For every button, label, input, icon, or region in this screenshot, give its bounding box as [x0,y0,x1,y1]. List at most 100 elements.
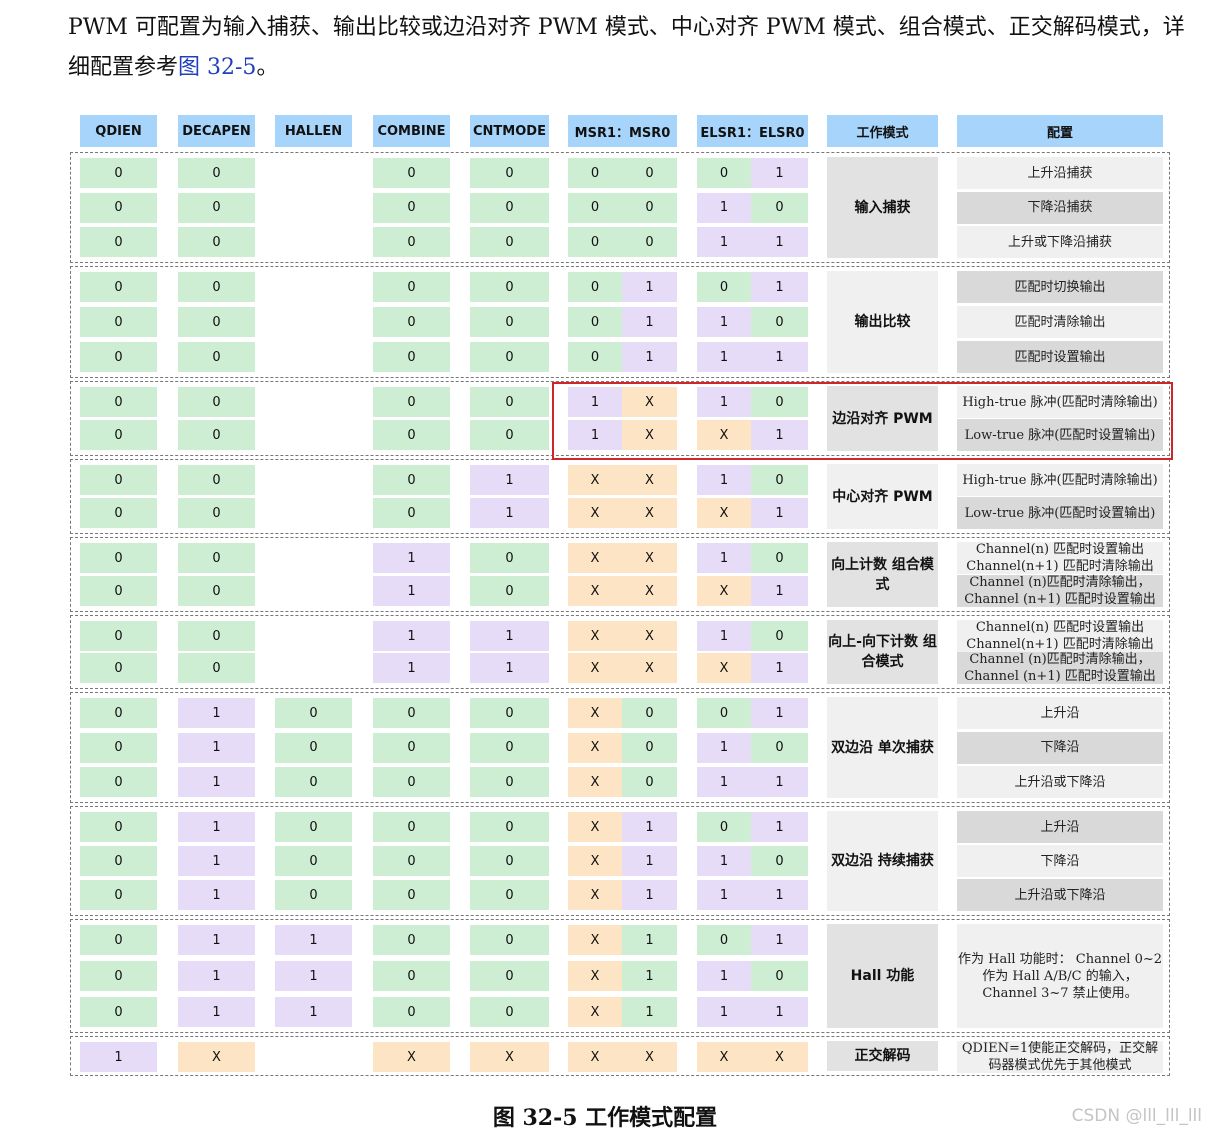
table-cell: 1 [697,767,751,797]
table-cell: 1 [275,997,352,1027]
table-cell: 1 [697,465,751,495]
figure-reference-link[interactable]: 图 32-5 [178,55,256,80]
table-cell: 1 [178,846,255,876]
table-cell: 0 [373,465,450,495]
table-cell: 0 [373,925,450,955]
config-description: 上升沿 [957,811,1163,843]
table-cell: 1 [697,880,751,910]
config-description: 作为 Hall 功能时： Channel 0~2 作为 Hall A/B/C 的… [957,924,1163,1028]
table-cell: 1 [697,307,751,337]
table-cell: 1 [622,880,677,910]
table-cell: 0 [568,342,622,372]
table-cell: 1 [622,307,677,337]
table-cell: 0 [80,732,157,763]
table-cell: 1 [697,997,751,1027]
table-cell: 0 [80,192,157,223]
table-cell: X [697,576,751,606]
work-mode-label: Hall 功能 [827,924,938,1028]
table-cell: 1 [697,227,751,257]
config-description: Channel (n)匹配时清除输出， Channel (n+1) 匹配时设置输… [957,575,1163,607]
table-cell: X [622,1042,677,1072]
table-cell: X [622,543,677,573]
table-cell: 0 [373,342,450,372]
table-cell: X [568,653,622,683]
config-description: 上升沿捕获 [957,157,1163,189]
table-cell: 1 [751,698,808,728]
table-cell: 0 [373,192,450,223]
config-description: 上升沿或下降沿 [957,766,1163,798]
table-cell: 0 [275,812,352,842]
table-cell: 0 [751,192,808,223]
table-cell: 0 [178,158,255,188]
table-cell: 0 [80,621,157,651]
table-cell: 0 [568,227,622,257]
column-header: MSR1：MSR0 [568,115,677,147]
table-cell: 0 [80,420,157,450]
table-cell: 0 [751,961,808,991]
table-cell: 0 [697,812,751,842]
config-description: High-true 脉冲(匹配时清除输出) [957,464,1163,496]
table-cell: X [622,653,677,683]
column-header: ELSR1：ELSR0 [697,115,808,147]
table-cell: 0 [568,192,622,223]
table-cell: 0 [751,307,808,337]
table-cell: 0 [178,465,255,495]
table-cell: 0 [80,543,157,573]
table-cell: 1 [697,543,751,573]
table-cell: 0 [470,387,549,417]
table-cell: 0 [470,192,549,223]
table-cell: 1 [751,498,808,528]
config-description: 匹配时清除输出 [957,306,1163,338]
table-cell: 0 [178,307,255,337]
intro-tail: 。 [256,55,279,80]
table-cell: 1 [470,653,549,683]
table-cell: 0 [80,576,157,606]
table-cell: 0 [373,698,450,728]
table-cell: 1 [697,342,751,372]
table-cell: 1 [622,272,677,302]
work-mode-label: 输出比较 [827,271,938,373]
table-cell: X [622,498,677,528]
table-cell: 0 [178,621,255,651]
table-cell: 0 [622,732,677,763]
work-mode-label: 正交解码 [827,1041,938,1071]
config-description: 上升沿或下降沿 [957,879,1163,911]
table-cell: 0 [178,387,255,417]
table-cell: 0 [80,387,157,417]
table-cell: 1 [470,465,549,495]
table-cell: 0 [80,997,157,1027]
table-cell: 0 [470,227,549,257]
table-cell: 0 [373,880,450,910]
table-cell: 1 [751,997,808,1027]
table-cell: 0 [178,227,255,257]
table-cell: 0 [470,576,549,606]
table-cell: 0 [373,732,450,763]
table-cell: 1 [178,767,255,797]
intro-paragraph: PWM 可配置为输入捕获、输出比较或边沿对齐 PWM 模式、中心对齐 PWM 模… [68,8,1198,88]
table-cell: X [622,576,677,606]
table-cell: 0 [80,812,157,842]
table-cell: 1 [178,925,255,955]
table-cell: 0 [80,465,157,495]
table-cell: 0 [697,272,751,302]
table-cell: X [470,1042,549,1072]
table-cell: X [568,1042,622,1072]
table-cell: 1 [275,925,352,955]
work-mode-label: 向上计数 组合模式 [827,542,938,607]
table-cell: X [178,1042,255,1072]
table-cell: 0 [470,342,549,372]
table-cell: X [568,498,622,528]
table-cell: 1 [373,576,450,606]
table-cell: 0 [275,880,352,910]
table-cell: 1 [178,961,255,991]
table-cell: 0 [470,997,549,1027]
table-cell: 1 [697,846,751,876]
table-cell: 1 [751,653,808,683]
table-cell: 1 [373,653,450,683]
table-cell: 0 [178,653,255,683]
table-cell: X [568,543,622,573]
config-description: Channel(n) 匹配时设置输出 Channel(n+1) 匹配时清除输出 [957,542,1163,574]
table-cell: 0 [470,767,549,797]
table-cell: 0 [470,812,549,842]
table-cell: 0 [373,961,450,991]
